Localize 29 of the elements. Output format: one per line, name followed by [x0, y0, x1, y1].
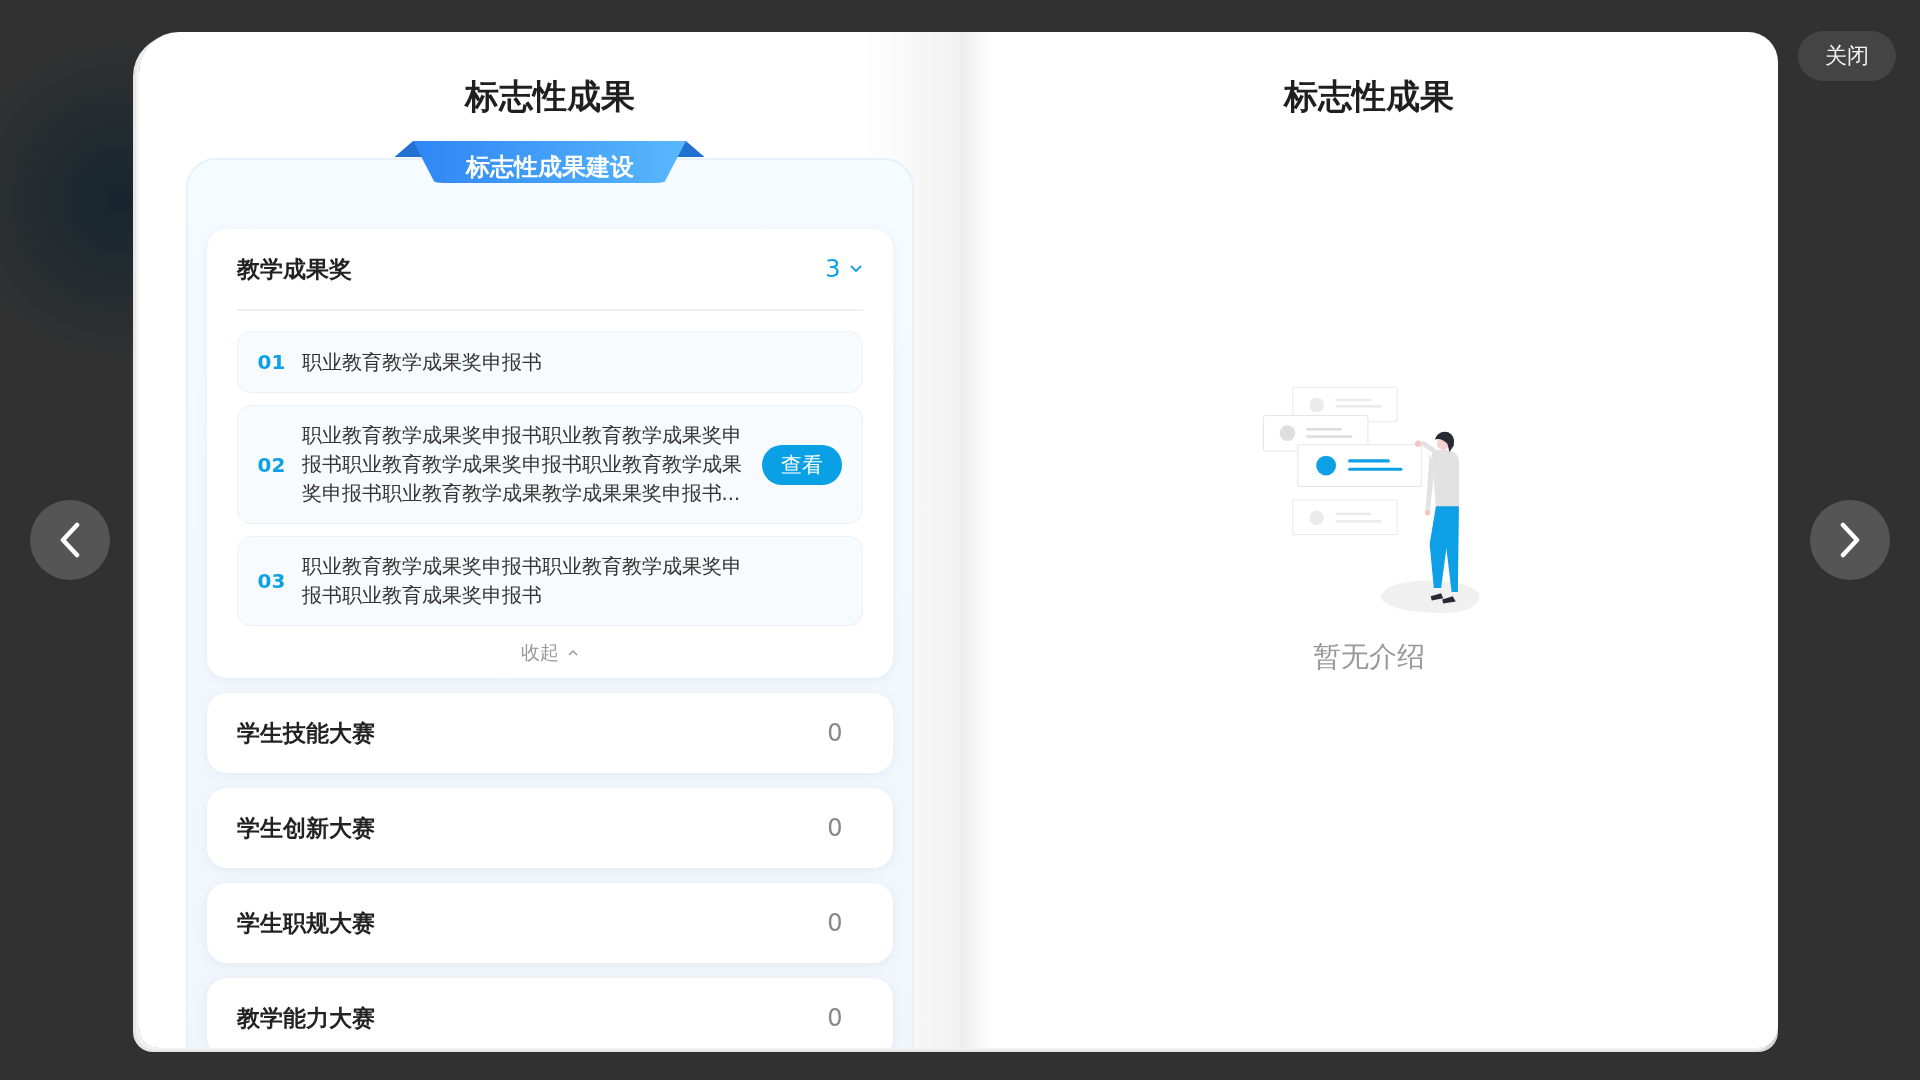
view-button[interactable]: 查看 — [761, 444, 842, 485]
item-number: 03 — [257, 569, 287, 593]
category-name: 学生创新大赛 — [236, 813, 375, 843]
list-item[interactable]: 01 职业教育教学成果奖申报书 — [236, 331, 863, 393]
category-name: 学生技能大赛 — [236, 718, 375, 748]
collapse-button[interactable]: 收起 — [520, 640, 579, 666]
page-title: 标志性成果 — [464, 75, 635, 118]
item-number: 02 — [257, 452, 287, 477]
category-name: 教学成果奖 — [236, 254, 352, 284]
close-button[interactable]: 关闭 — [1798, 31, 1896, 81]
chevron-left-icon — [59, 522, 81, 558]
category-count[interactable]: 3 — [825, 255, 863, 283]
item-text: 职业教育教学成果奖申报书职业教育教学成果奖申报书职业教育教学成果奖申报书职业教育教学成果奖申报书职业教育教学成果教学成果果奖申报书... — [301, 423, 743, 507]
page-title: 标志性成果 — [1284, 75, 1454, 118]
item-number: 01 — [257, 350, 287, 374]
category-count[interactable]: 0 — [827, 719, 863, 747]
empty-message: 暂无介绍 — [1313, 639, 1425, 675]
chevron-up-icon — [566, 649, 579, 657]
section-banner: 标志性成果建设 — [394, 141, 705, 183]
item-text: 职业教育教学成果奖申报书 — [301, 349, 543, 376]
list-item[interactable]: 02 职业教育教学成果奖申报书职业教育教学成果奖申报书职业教育教学成果奖申报书职业教育教学成果奖申报书职业教育教学成果教学成果果奖申报书... 查看 — [236, 405, 863, 524]
item-text: 职业教育教学成果奖申报书职业教育教学成果奖申报书职业教育成果奖申报书 — [301, 554, 743, 609]
chevron-down-icon — [848, 264, 863, 274]
chevron-right-icon — [1839, 522, 1861, 558]
category-count[interactable]: 0 — [827, 1004, 863, 1032]
category-count[interactable]: 0 — [827, 814, 863, 842]
category-name: 学生职规大赛 — [236, 908, 375, 938]
category-count[interactable]: 0 — [827, 909, 863, 937]
category-name: 教学能力大赛 — [236, 1003, 375, 1033]
